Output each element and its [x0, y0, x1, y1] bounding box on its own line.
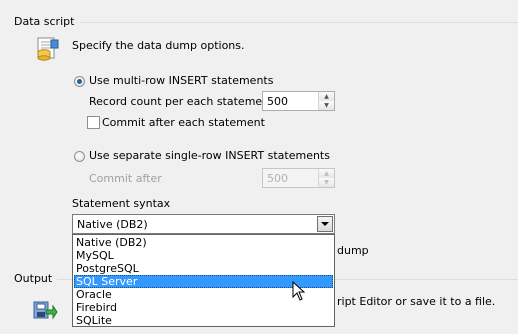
spin-down-icon[interactable]: ▼: [318, 101, 334, 110]
chevron-down-icon: [321, 222, 329, 226]
output-description: ript Editor or save it to a file.: [337, 295, 496, 308]
commit-each-label[interactable]: Commit after each statement: [102, 116, 265, 129]
dropdown-option[interactable]: SQLite: [74, 314, 333, 327]
multi-row-label[interactable]: Use multi-row INSERT statements: [89, 74, 273, 87]
dropdown-arrow-button[interactable]: [317, 216, 333, 232]
dropdown-option[interactable]: MySQL: [74, 249, 333, 262]
spin-down-icon[interactable]: ▼: [318, 178, 334, 187]
data-script-icon: [34, 36, 60, 62]
statement-syntax-label: Statement syntax: [72, 197, 171, 210]
dropdown-option[interactable]: Firebird: [74, 301, 333, 314]
statement-syntax-combobox[interactable]: Native (DB2): [72, 214, 335, 234]
spin-up-icon[interactable]: ▲: [318, 92, 334, 101]
commit-after-value: 500: [267, 172, 288, 185]
statement-syntax-value: Native (DB2): [77, 218, 148, 231]
spin-up-icon[interactable]: ▲: [318, 169, 334, 178]
record-count-spinner[interactable]: 500 ▲ ▼: [262, 91, 335, 111]
commit-after-label: Commit after: [89, 172, 162, 185]
output-export-icon: [32, 296, 58, 322]
hidden-option-text: dump: [337, 244, 369, 257]
data-script-group-title: Data script: [14, 15, 75, 28]
commit-each-checkbox[interactable]: [87, 116, 100, 129]
mouse-cursor-icon: [292, 280, 306, 301]
output-group-title: Output: [14, 272, 53, 285]
dropdown-option[interactable]: Native (DB2): [74, 236, 333, 249]
record-count-value: 500: [267, 95, 288, 108]
record-count-label: Record count per each statement: [89, 95, 274, 108]
data-script-description: Specify the data dump options.: [72, 39, 245, 52]
data-script-divider: [80, 22, 518, 23]
commit-after-spinner[interactable]: 500 ▲ ▼: [262, 168, 335, 188]
single-row-label[interactable]: Use separate single-row INSERT statement…: [89, 149, 330, 162]
dropdown-option[interactable]: PostgreSQL: [74, 262, 333, 275]
